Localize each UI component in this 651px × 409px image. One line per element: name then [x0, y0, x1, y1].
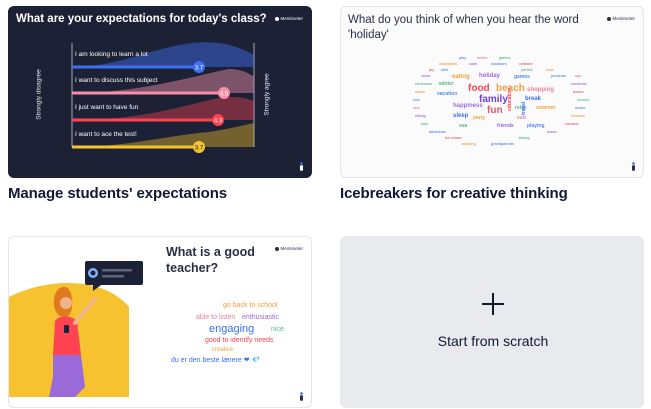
word: able to listen	[196, 314, 236, 321]
word: enthusiastic	[242, 314, 279, 321]
word: fun	[487, 105, 503, 116]
word: party	[473, 115, 486, 121]
word: sea	[459, 123, 468, 129]
word: du er den beste lærere ❤ 💎	[171, 357, 261, 364]
participant-icon	[632, 162, 635, 171]
word: summer	[536, 105, 556, 111]
svg-text:books: books	[573, 90, 584, 94]
svg-text:ice cream: ice cream	[445, 136, 462, 140]
svg-text:camping: camping	[461, 142, 476, 146]
participant-icon	[300, 392, 303, 401]
svg-text:joy: joy	[428, 68, 434, 72]
statement-label-2: I want to discuss this subject	[75, 77, 158, 84]
value-label-1: 3.7	[195, 65, 204, 71]
word: go back to school	[223, 302, 278, 309]
start-from-scratch-card[interactable]: Start from scratch	[340, 236, 644, 408]
word: sleep	[453, 113, 469, 119]
svg-text:mountains: mountains	[439, 62, 457, 66]
word: sun	[517, 115, 526, 121]
svg-text:chill: chill	[441, 68, 448, 72]
svg-text:sunshine: sunshine	[571, 82, 587, 86]
template-caption[interactable]: Manage students' expectations	[8, 185, 227, 202]
word: good to identify needs	[205, 337, 274, 344]
svg-text:kids: kids	[421, 122, 428, 126]
value-label-4: 3.7	[195, 145, 204, 151]
svg-text:trips: trips	[546, 68, 554, 72]
word: friends	[497, 123, 514, 129]
word: happiness	[453, 103, 483, 109]
statement-label-1: I am looking to learn a lot	[75, 51, 148, 58]
svg-text:rest: rest	[413, 98, 420, 102]
svg-text:movies: movies	[577, 98, 589, 102]
svg-text:games: games	[499, 56, 510, 60]
brand-logo: Mentimeter	[275, 246, 303, 251]
svg-text:outdoors: outdoors	[491, 62, 507, 66]
svg-text:adventure: adventure	[429, 130, 446, 134]
logo-icon	[275, 246, 280, 251]
value-label-2: 4.5	[220, 91, 229, 97]
word: winter	[439, 81, 454, 87]
template-card-good-teacher[interactable]: What is a good teacher? Mentimeter go ba…	[8, 236, 312, 408]
slide-title: What is a good teacher?	[166, 245, 255, 275]
statement-label-3: I just want to have fun	[75, 104, 139, 111]
participant-icon	[300, 162, 303, 171]
word: vacation	[437, 91, 458, 97]
svg-text:spa: spa	[575, 74, 582, 78]
word: family	[479, 94, 508, 105]
word: engaging	[209, 323, 255, 335]
svg-text:grandparents: grandparents	[491, 142, 514, 146]
svg-text:freedom: freedom	[571, 114, 585, 118]
svg-text:cousins: cousins	[565, 122, 579, 126]
svg-text:presents: presents	[551, 74, 566, 78]
word: food	[468, 83, 490, 94]
word: holiday	[479, 73, 501, 79]
word: shopping	[527, 87, 554, 93]
teacher-illustration	[9, 261, 143, 397]
statement-label-4: I want to ace the test!	[75, 131, 137, 138]
template-card-manage-expectations[interactable]: What are your expectations for today's c…	[8, 6, 312, 178]
word: break	[525, 96, 542, 102]
word: eating	[452, 74, 470, 80]
word: playing	[527, 123, 545, 129]
svg-text:biking: biking	[519, 136, 530, 140]
axis-label-right: Strongly agree	[263, 73, 271, 116]
template-caption[interactable]: Icebreakers for creative thinking	[340, 185, 568, 202]
svg-text:hiking: hiking	[415, 114, 426, 118]
svg-text:parties: parties	[521, 68, 533, 72]
plus-icon	[482, 293, 504, 315]
svg-text:music: music	[575, 106, 585, 110]
svg-text:easter: easter	[415, 90, 426, 94]
svg-text:christmas: christmas	[415, 82, 432, 86]
svg-text:winter: winter	[476, 56, 488, 60]
axis-label-left: Strongly disagree	[35, 69, 43, 120]
value-label-3: 4.3	[214, 118, 223, 124]
start-from-scratch-label: Start from scratch	[437, 333, 549, 349]
word: games	[514, 74, 530, 80]
word: nice	[271, 326, 284, 333]
svg-text:love: love	[413, 106, 420, 110]
word: education	[507, 87, 513, 111]
svg-text:creative: creative	[519, 62, 533, 66]
word: travel	[521, 101, 527, 115]
svg-text:calm: calm	[469, 62, 477, 66]
template-card-icebreakers[interactable]: What do you think of when you hear the w…	[340, 6, 644, 178]
svg-text:play: play	[459, 56, 466, 60]
word-cloud-background: play winter games mountains calm outdoors cre…	[413, 56, 589, 146]
svg-text:snow: snow	[421, 74, 430, 78]
svg-text:home: home	[547, 130, 557, 134]
word: creative	[212, 347, 234, 353]
